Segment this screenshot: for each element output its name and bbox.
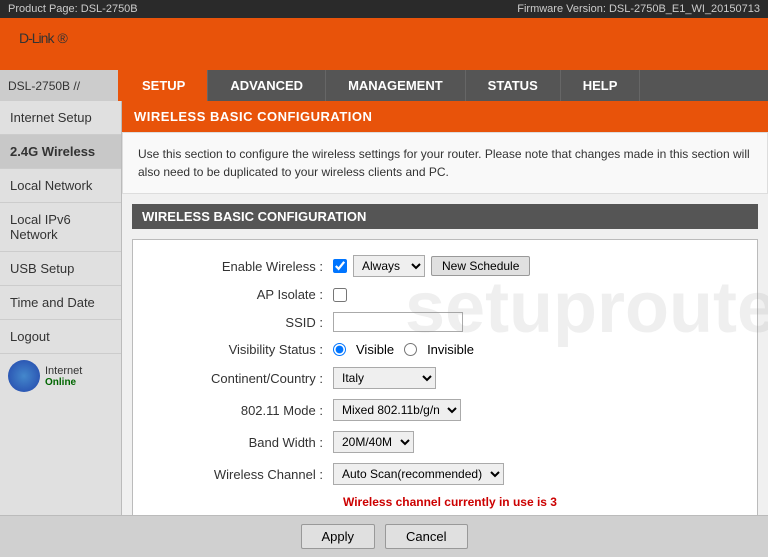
continent-controls: Italy United States Germany France Spain — [333, 367, 436, 389]
channel-warning-row: Wireless channel currently in use is 3 — [143, 495, 747, 509]
enable-wireless-controls: Always Never Custom New Schedule — [333, 255, 530, 277]
config-section-title: WIRELESS BASIC CONFIGURATION — [132, 204, 758, 229]
visibility-visible-radio[interactable] — [333, 343, 346, 356]
sidebar-item-time-date[interactable]: Time and Date — [0, 286, 121, 320]
enable-wireless-row: Enable Wireless : Always Never Custom Ne… — [143, 255, 747, 277]
schedule-dropdown[interactable]: Always Never Custom — [353, 255, 425, 277]
continent-dropdown[interactable]: Italy United States Germany France Spain — [333, 367, 436, 389]
internet-status-icon — [8, 360, 40, 392]
new-schedule-button[interactable]: New Schedule — [431, 256, 530, 276]
sidebar-item-internet-setup[interactable]: Internet Setup — [0, 101, 121, 135]
tab-status[interactable]: STATUS — [466, 70, 561, 101]
logo-registered: ® — [57, 30, 66, 46]
ap-isolate-row: AP Isolate : — [143, 287, 747, 302]
sidebar-item-local-ipv6[interactable]: Local IPv6 Network — [0, 203, 121, 252]
logo: D-Link® — [15, 28, 67, 60]
footer-buttons: Apply Cancel — [0, 515, 768, 557]
channel-warning-text: Wireless channel currently in use is 3 — [343, 495, 557, 509]
channel-label: Wireless Channel : — [153, 467, 333, 482]
tab-help[interactable]: HELP — [561, 70, 641, 101]
visibility-invisible-label: Invisible — [427, 342, 474, 357]
firmware-label: Firmware Version: DSL-2750B_E1_WI_201507… — [517, 3, 760, 15]
sidebar-item-usb-setup[interactable]: USB Setup — [0, 252, 121, 286]
continent-label: Continent/Country : — [153, 371, 333, 386]
visibility-row: Visibility Status : Visible Invisible — [143, 342, 747, 357]
ap-isolate-checkbox[interactable] — [333, 288, 347, 302]
visibility-visible-label: Visible — [356, 342, 394, 357]
bandwidth-row: Band Width : 20M/40M 20M only — [143, 431, 747, 453]
mode-controls: Mixed 802.11b/g/n 802.11b only 802.11g o… — [333, 399, 461, 421]
visibility-invisible-radio[interactable] — [404, 343, 417, 356]
tab-management[interactable]: MANAGEMENT — [326, 70, 466, 101]
bandwidth-controls: 20M/40M 20M only — [333, 431, 414, 453]
tab-advanced[interactable]: ADVANCED — [208, 70, 326, 101]
channel-dropdown[interactable]: Auto Scan(recommended) Channel 1 Channel… — [333, 463, 504, 485]
mode-label: 802.11 Mode : — [153, 403, 333, 418]
info-text: Use this section to configure the wirele… — [138, 147, 750, 179]
ssid-row: SSID : — [143, 312, 747, 332]
product-label: Product Page: DSL-2750B — [8, 3, 138, 15]
continent-row: Continent/Country : Italy United States … — [143, 367, 747, 389]
logo-text: D-Link — [19, 30, 53, 46]
bandwidth-dropdown[interactable]: 20M/40M 20M only — [333, 431, 414, 453]
breadcrumb: DSL-2750B // — [0, 70, 120, 101]
visibility-controls: Visible Invisible — [333, 342, 474, 357]
ap-isolate-controls — [333, 288, 347, 302]
sidebar-item-2g-wireless[interactable]: 2.4G Wireless — [0, 135, 121, 169]
ssid-input[interactable] — [333, 312, 463, 332]
sidebar-item-logout[interactable]: Logout — [0, 320, 121, 354]
bandwidth-label: Band Width : — [153, 435, 333, 450]
internet-label: Internet — [45, 365, 82, 377]
ap-isolate-label: AP Isolate : — [153, 287, 333, 302]
tab-setup[interactable]: SETUP — [120, 70, 208, 101]
sidebar-item-local-network[interactable]: Local Network — [0, 169, 121, 203]
channel-controls: Auto Scan(recommended) Channel 1 Channel… — [333, 463, 504, 485]
main-section-title: WIRELESS BASIC CONFIGURATION — [122, 101, 768, 132]
enable-wireless-label: Enable Wireless : — [153, 259, 333, 274]
mode-row: 802.11 Mode : Mixed 802.11b/g/n 802.11b … — [143, 399, 747, 421]
info-box: Use this section to configure the wirele… — [122, 132, 768, 194]
internet-status-text: Internet Online — [45, 365, 82, 388]
ssid-label: SSID : — [153, 315, 333, 330]
enable-wireless-checkbox[interactable] — [333, 259, 347, 273]
visibility-label: Visibility Status : — [153, 342, 333, 357]
online-label: Online — [45, 377, 82, 388]
mode-dropdown[interactable]: Mixed 802.11b/g/n 802.11b only 802.11g o… — [333, 399, 461, 421]
channel-row: Wireless Channel : Auto Scan(recommended… — [143, 463, 747, 485]
ssid-controls — [333, 312, 463, 332]
